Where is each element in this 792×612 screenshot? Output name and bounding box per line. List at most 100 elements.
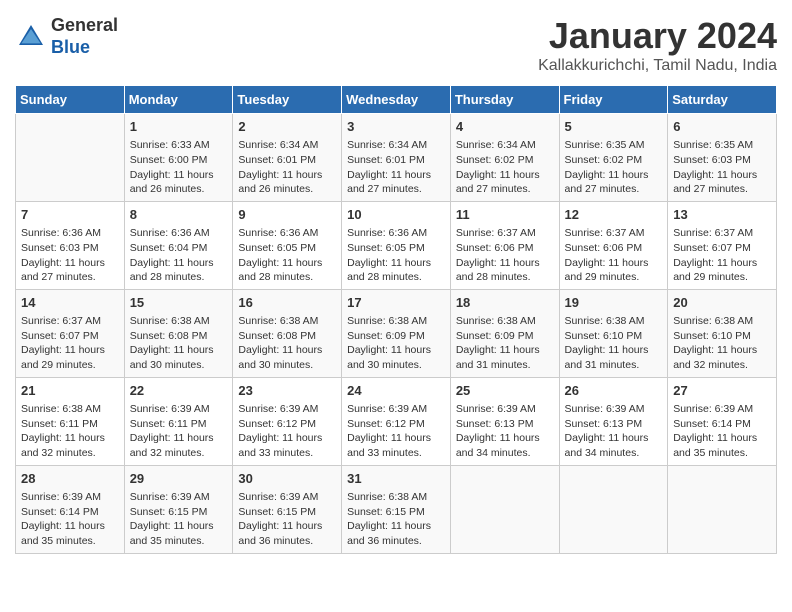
- calendar-cell: [16, 114, 125, 202]
- day-info: Sunrise: 6:39 AM Sunset: 6:14 PM Dayligh…: [673, 402, 771, 461]
- calendar-cell: 7 Sunrise: 6:36 AM Sunset: 6:03 PM Daylig…: [16, 201, 125, 289]
- day-number: 13: [673, 206, 771, 224]
- day-info: Sunrise: 6:38 AM Sunset: 6:10 PM Dayligh…: [673, 314, 771, 373]
- day-info: Sunrise: 6:38 AM Sunset: 6:11 PM Dayligh…: [21, 402, 119, 461]
- weekday-header-friday: Friday: [559, 86, 668, 114]
- calendar-cell: 15 Sunrise: 6:38 AM Sunset: 6:08 PM Dayli…: [124, 289, 233, 377]
- day-number: 23: [238, 382, 336, 400]
- calendar-cell: 5Sunrise: 6:35 AM Sunset: 6:02 PM Daylig…: [559, 114, 668, 202]
- calendar-cell: 18Sunrise: 6:38 AM Sunset: 6:09 PM Dayli…: [450, 289, 559, 377]
- day-number: 21: [21, 382, 119, 400]
- calendar-cell: [559, 465, 668, 553]
- logo-text: General Blue: [51, 15, 118, 58]
- day-number: 11: [456, 206, 554, 224]
- weekday-header-thursday: Thursday: [450, 86, 559, 114]
- weekday-header-monday: Monday: [124, 86, 233, 114]
- day-number: 4: [456, 118, 554, 136]
- day-number: 15: [130, 294, 228, 312]
- calendar-cell: 20 Sunrise: 6:38 AM Sunset: 6:10 PM Dayli…: [668, 289, 777, 377]
- calendar-cell: 13Sunrise: 6:37 AM Sunset: 6:07 PM Dayli…: [668, 201, 777, 289]
- day-number: 20: [673, 294, 771, 312]
- calendar-cell: 3 Sunrise: 6:34 AM Sunset: 6:01 PM Daylig…: [342, 114, 451, 202]
- calendar-cell: 8Sunrise: 6:36 AM Sunset: 6:04 PM Daylig…: [124, 201, 233, 289]
- calendar-cell: 23 Sunrise: 6:39 AM Sunset: 6:12 PM Dayli…: [233, 377, 342, 465]
- calendar-cell: 2Sunrise: 6:34 AM Sunset: 6:01 PM Daylig…: [233, 114, 342, 202]
- day-number: 7: [21, 206, 119, 224]
- day-number: 9: [238, 206, 336, 224]
- title-block: January 2024 Kallakkurichchi, Tamil Nadu…: [538, 15, 777, 75]
- day-info: Sunrise: 6:37 AM Sunset: 6:07 PM Dayligh…: [21, 314, 119, 373]
- calendar-subtitle: Kallakkurichchi, Tamil Nadu, India: [538, 57, 777, 75]
- day-number: 3: [347, 118, 445, 136]
- calendar-cell: 14 Sunrise: 6:37 AM Sunset: 6:07 PM Dayli…: [16, 289, 125, 377]
- day-info: Sunrise: 6:39 AM Sunset: 6:15 PM Dayligh…: [238, 490, 336, 549]
- day-number: 12: [565, 206, 663, 224]
- day-info: Sunrise: 6:35 AM Sunset: 6:03 PM Dayligh…: [673, 138, 771, 197]
- calendar-title: January 2024: [538, 15, 777, 57]
- calendar-cell: [450, 465, 559, 553]
- calendar-cell: 11 Sunrise: 6:37 AM Sunset: 6:06 PM Dayli…: [450, 201, 559, 289]
- day-info: Sunrise: 6:39 AM Sunset: 6:12 PM Dayligh…: [238, 402, 336, 461]
- page-header: General Blue January 2024 Kallakkurichch…: [15, 15, 777, 75]
- calendar-cell: 6 Sunrise: 6:35 AM Sunset: 6:03 PM Daylig…: [668, 114, 777, 202]
- calendar-table: SundayMondayTuesdayWednesdayThursdayFrid…: [15, 85, 777, 554]
- logo-icon: [15, 21, 47, 53]
- day-info: Sunrise: 6:38 AM Sunset: 6:09 PM Dayligh…: [456, 314, 554, 373]
- day-number: 14: [21, 294, 119, 312]
- day-info: Sunrise: 6:37 AM Sunset: 6:06 PM Dayligh…: [565, 226, 663, 285]
- day-info: Sunrise: 6:35 AM Sunset: 6:02 PM Dayligh…: [565, 138, 663, 197]
- day-info: Sunrise: 6:34 AM Sunset: 6:01 PM Dayligh…: [238, 138, 336, 197]
- day-info: Sunrise: 6:39 AM Sunset: 6:14 PM Dayligh…: [21, 490, 119, 549]
- day-info: Sunrise: 6:36 AM Sunset: 6:03 PM Dayligh…: [21, 226, 119, 285]
- calendar-cell: 30 Sunrise: 6:39 AM Sunset: 6:15 PM Dayli…: [233, 465, 342, 553]
- day-number: 24: [347, 382, 445, 400]
- day-info: Sunrise: 6:33 AM Sunset: 6:00 PM Dayligh…: [130, 138, 228, 197]
- calendar-cell: 24 Sunrise: 6:39 AM Sunset: 6:12 PM Dayli…: [342, 377, 451, 465]
- day-number: 31: [347, 470, 445, 488]
- day-number: 16: [238, 294, 336, 312]
- day-number: 8: [130, 206, 228, 224]
- calendar-cell: 12 Sunrise: 6:37 AM Sunset: 6:06 PM Dayli…: [559, 201, 668, 289]
- calendar-week-row: 28Sunrise: 6:39 AM Sunset: 6:14 PM Dayli…: [16, 465, 777, 553]
- day-info: Sunrise: 6:34 AM Sunset: 6:02 PM Dayligh…: [456, 138, 554, 197]
- calendar-cell: 26Sunrise: 6:39 AM Sunset: 6:13 PM Dayli…: [559, 377, 668, 465]
- calendar-cell: 25 Sunrise: 6:39 AM Sunset: 6:13 PM Dayli…: [450, 377, 559, 465]
- day-number: 30: [238, 470, 336, 488]
- weekday-header-tuesday: Tuesday: [233, 86, 342, 114]
- calendar-week-row: 21 Sunrise: 6:38 AM Sunset: 6:11 PM Dayli…: [16, 377, 777, 465]
- day-info: Sunrise: 6:38 AM Sunset: 6:15 PM Dayligh…: [347, 490, 445, 549]
- logo: General Blue: [15, 15, 118, 58]
- calendar-cell: 29Sunrise: 6:39 AM Sunset: 6:15 PM Dayli…: [124, 465, 233, 553]
- day-info: Sunrise: 6:36 AM Sunset: 6:05 PM Dayligh…: [238, 226, 336, 285]
- day-info: Sunrise: 6:39 AM Sunset: 6:12 PM Dayligh…: [347, 402, 445, 461]
- day-number: 29: [130, 470, 228, 488]
- calendar-week-row: 14 Sunrise: 6:37 AM Sunset: 6:07 PM Dayli…: [16, 289, 777, 377]
- calendar-cell: 22 Sunrise: 6:39 AM Sunset: 6:11 PM Dayli…: [124, 377, 233, 465]
- day-info: Sunrise: 6:38 AM Sunset: 6:09 PM Dayligh…: [347, 314, 445, 373]
- day-info: Sunrise: 6:37 AM Sunset: 6:06 PM Dayligh…: [456, 226, 554, 285]
- calendar-week-row: 7 Sunrise: 6:36 AM Sunset: 6:03 PM Daylig…: [16, 201, 777, 289]
- day-info: Sunrise: 6:38 AM Sunset: 6:08 PM Dayligh…: [130, 314, 228, 373]
- day-info: Sunrise: 6:36 AM Sunset: 6:05 PM Dayligh…: [347, 226, 445, 285]
- calendar-cell: 27 Sunrise: 6:39 AM Sunset: 6:14 PM Dayli…: [668, 377, 777, 465]
- day-number: 1: [130, 118, 228, 136]
- day-info: Sunrise: 6:38 AM Sunset: 6:08 PM Dayligh…: [238, 314, 336, 373]
- day-info: Sunrise: 6:39 AM Sunset: 6:11 PM Dayligh…: [130, 402, 228, 461]
- day-number: 25: [456, 382, 554, 400]
- calendar-cell: 4 Sunrise: 6:34 AM Sunset: 6:02 PM Daylig…: [450, 114, 559, 202]
- day-number: 27: [673, 382, 771, 400]
- day-number: 10: [347, 206, 445, 224]
- day-info: Sunrise: 6:39 AM Sunset: 6:13 PM Dayligh…: [456, 402, 554, 461]
- day-number: 26: [565, 382, 663, 400]
- weekday-header-wednesday: Wednesday: [342, 86, 451, 114]
- day-number: 17: [347, 294, 445, 312]
- calendar-cell: 28Sunrise: 6:39 AM Sunset: 6:14 PM Dayli…: [16, 465, 125, 553]
- day-number: 22: [130, 382, 228, 400]
- day-number: 6: [673, 118, 771, 136]
- calendar-cell: 19 Sunrise: 6:38 AM Sunset: 6:10 PM Dayli…: [559, 289, 668, 377]
- calendar-cell: 10 Sunrise: 6:36 AM Sunset: 6:05 PM Dayli…: [342, 201, 451, 289]
- day-number: 19: [565, 294, 663, 312]
- day-info: Sunrise: 6:34 AM Sunset: 6:01 PM Dayligh…: [347, 138, 445, 197]
- day-info: Sunrise: 6:38 AM Sunset: 6:10 PM Dayligh…: [565, 314, 663, 373]
- weekday-header-saturday: Saturday: [668, 86, 777, 114]
